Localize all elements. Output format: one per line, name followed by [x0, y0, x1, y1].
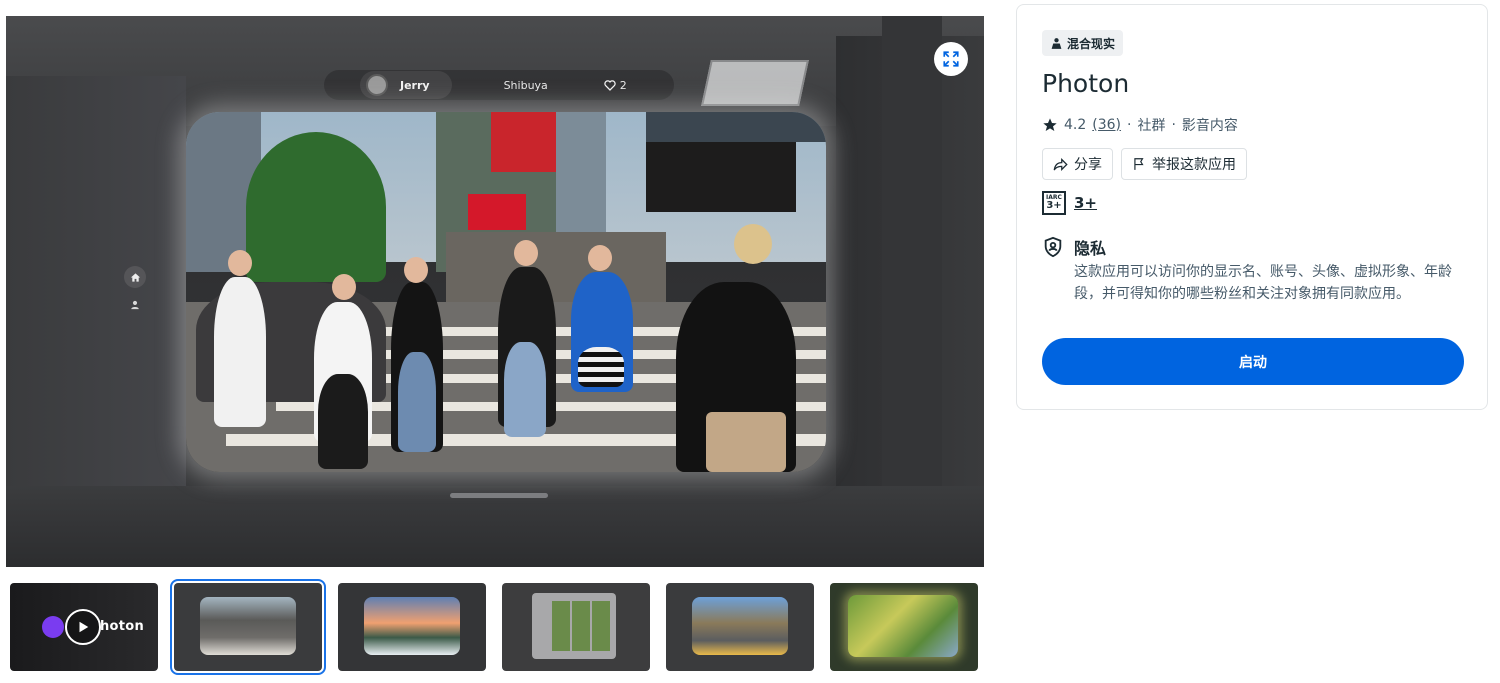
launch-button[interactable]: 启动 [1042, 338, 1464, 385]
thumbnail-video[interactable]: hoton [10, 583, 158, 671]
privacy-description: 这款应用可以访问你的显示名、账号、头像、虚拟形象、年龄段，并可得知你的哪些粉丝和… [1074, 264, 1452, 302]
review-count-link[interactable]: (36) [1092, 117, 1121, 133]
thumbnail-image[interactable] [170, 579, 326, 675]
app-details-card: 混合现实 Photon 4.2 (36) · 社群 · 影音内容 分享 举报这款… [1016, 4, 1488, 410]
thumbnail-grid [552, 601, 610, 651]
star-icon [1043, 118, 1057, 131]
home-icon [130, 272, 140, 282]
profile-button[interactable] [124, 294, 146, 316]
thumbnail-image[interactable] [666, 583, 814, 671]
thumbnail-image[interactable] [502, 583, 650, 671]
thumbnail-image[interactable] [830, 583, 978, 671]
app-title: Photon [1042, 69, 1130, 98]
play-icon [79, 621, 89, 633]
window-grab-bar[interactable] [450, 493, 548, 498]
scene-left-wall [6, 76, 186, 486]
media-viewer: Jerry Shibuya 2 [6, 16, 984, 567]
rating-value: 4.2 [1064, 117, 1087, 133]
like-count: 2 [619, 78, 627, 92]
scene-floor [6, 486, 984, 567]
thumbnail-preview [848, 595, 958, 657]
heart-icon [604, 79, 616, 91]
location-label: Shibuya [503, 78, 548, 92]
side-nav [124, 266, 148, 326]
person-head [228, 250, 252, 276]
ceiling-light-panel [701, 60, 809, 106]
app-meta: 4.2 (36) · 社群 · 影音内容 [1042, 115, 1238, 135]
person [398, 352, 436, 452]
iarc-badge: IARC 3+ [1042, 191, 1066, 215]
photo-building [646, 112, 826, 142]
person-head [588, 245, 612, 271]
user-chip[interactable]: Jerry [360, 71, 452, 99]
mixed-reality-icon [1051, 37, 1062, 49]
app-actions: 分享 举报这款应用 [1042, 148, 1247, 180]
genre-label: 社群 [1137, 118, 1166, 134]
separator-dot: · [1171, 117, 1176, 133]
report-label: 举报这款应用 [1152, 157, 1236, 173]
like-button[interactable]: 2 [604, 79, 627, 92]
person [706, 412, 786, 472]
share-icon [1053, 157, 1068, 171]
photo-info-bar: Jerry Shibuya 2 [324, 70, 674, 100]
shibuya-photo [186, 112, 826, 472]
category-tag-label: 混合现实 [1067, 36, 1116, 51]
expand-icon [943, 51, 959, 67]
user-name: Jerry [400, 78, 430, 92]
person [318, 374, 368, 469]
thumbnail-strip: hoton [10, 579, 980, 675]
home-button[interactable] [124, 266, 146, 288]
person-icon [131, 300, 139, 310]
person-head [404, 257, 428, 283]
photo-billboard [468, 194, 526, 230]
person-head [734, 224, 772, 264]
report-button[interactable]: 举报这款应用 [1121, 148, 1247, 180]
thumbnail-preview [200, 597, 296, 655]
fullscreen-button[interactable] [934, 42, 968, 76]
genre-label: 影音内容 [1181, 118, 1238, 134]
person-head [514, 240, 538, 266]
person [504, 342, 546, 437]
play-button[interactable] [65, 609, 101, 645]
thumbnail-preview [692, 597, 788, 655]
scene-pillar [882, 16, 942, 496]
person [578, 347, 624, 387]
flag-icon [1134, 158, 1144, 170]
age-rating-link[interactable]: 3+ [1074, 194, 1097, 212]
thumbnail-label: hoton [100, 619, 145, 634]
photo-street-shops [446, 232, 666, 302]
photo-tree [246, 132, 386, 282]
share-label: 分享 [1074, 157, 1102, 173]
photo-billboard [491, 112, 556, 172]
photo-billboard [646, 142, 796, 212]
privacy-title: 隐私 [1074, 239, 1107, 258]
privacy-heading: 隐私 [1042, 235, 1106, 259]
separator-dot: · [1127, 117, 1132, 133]
category-tag: 混合现实 [1042, 30, 1124, 56]
age-rating: IARC 3+ 3+ [1042, 191, 1097, 215]
thumbnail-preview [364, 597, 460, 655]
person [214, 277, 266, 427]
share-button[interactable]: 分享 [1042, 148, 1113, 180]
avatar [366, 74, 388, 96]
thumbnail-image[interactable] [338, 583, 486, 671]
photon-logo [42, 616, 64, 638]
privacy-shield-icon [1044, 236, 1062, 258]
person-head [332, 274, 356, 300]
